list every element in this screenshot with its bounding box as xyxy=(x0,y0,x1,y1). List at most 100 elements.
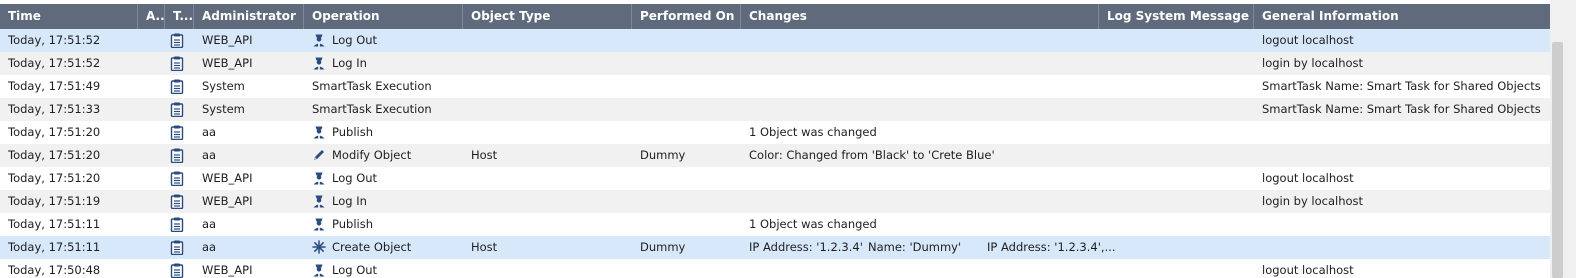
operation-label: Publish xyxy=(332,125,373,139)
cell-time: Today, 17:51:19 xyxy=(8,194,101,208)
cell-operation: Publish xyxy=(304,213,463,236)
cell-object-type xyxy=(463,29,632,52)
clipboard-icon[interactable] xyxy=(170,56,184,72)
user-icon xyxy=(312,262,326,277)
cell-administrator: aa xyxy=(202,125,217,139)
cell-operation: SmartTask Execution xyxy=(304,98,463,121)
cell-time: Today, 17:51:11 xyxy=(8,240,101,254)
cell-operation: Log In xyxy=(304,52,463,75)
cell-operation: Publish xyxy=(304,121,463,144)
cell-general-information: login by localhost xyxy=(1262,56,1364,70)
cell-general-information: logout localhost xyxy=(1262,263,1354,277)
operation-label: Log Out xyxy=(332,263,378,277)
cell-object-type: Host xyxy=(471,240,498,254)
operation-label: Log In xyxy=(332,56,367,70)
clipboard-icon[interactable] xyxy=(170,217,184,233)
col-header-time[interactable]: Time xyxy=(0,4,138,29)
clipboard-icon[interactable] xyxy=(170,79,184,95)
col-header-changes[interactable]: Changes xyxy=(741,4,1099,29)
cell-administrator: System xyxy=(202,79,245,93)
cell-administrator: WEB_API xyxy=(202,194,253,208)
table-row[interactable]: Today, 17:51:49 System SmartTask Execution… xyxy=(0,75,1550,98)
col-header-a[interactable]: A... xyxy=(138,4,165,29)
col-header-administrator[interactable]: Administrator xyxy=(194,4,304,29)
cell-object-type xyxy=(463,213,632,236)
table-row[interactable]: Today, 17:51:52 WEB_API Log In login by loc… xyxy=(0,52,1550,75)
cell-time: Today, 17:51:20 xyxy=(8,125,101,139)
cell-object-type xyxy=(463,52,632,75)
cell-change-text: IP Address: '1.2.3.4' xyxy=(749,240,863,254)
cell-object-type xyxy=(463,98,632,121)
cell-object-type: Host xyxy=(471,148,498,162)
cell-general-information xyxy=(1254,144,1550,167)
clipboard-icon[interactable] xyxy=(170,171,184,187)
clipboard-icon[interactable] xyxy=(170,194,184,210)
clipboard-icon[interactable] xyxy=(170,125,184,141)
operation-label: Log In xyxy=(332,194,367,208)
cell-time: Today, 17:51:52 xyxy=(8,33,101,47)
cell-performed-on xyxy=(632,75,741,98)
col-header-log-system-message[interactable]: Log System Message xyxy=(1099,4,1254,29)
cell-operation: SmartTask Execution xyxy=(304,75,463,98)
col-header-performed-on[interactable]: Performed On xyxy=(632,4,741,29)
audit-log-grid: Time A... T... Administrator Operation O… xyxy=(0,0,1550,278)
pencil-icon xyxy=(312,147,326,161)
col-header-general-information[interactable]: General Information xyxy=(1254,4,1550,29)
cell-object-type xyxy=(463,259,632,278)
user-icon xyxy=(312,55,326,70)
cell-general-information xyxy=(1254,236,1550,259)
scrollbar-thumb[interactable] xyxy=(1552,42,1563,278)
cell-performed-on xyxy=(632,190,741,213)
table-row[interactable]: Today, 17:51:20 WEB_API Log Out logout loca… xyxy=(0,167,1550,190)
clipboard-icon[interactable] xyxy=(170,148,184,164)
cell-performed-on: Dummy xyxy=(640,240,686,254)
operation-label: Create Object xyxy=(332,240,412,254)
col-header-operation[interactable]: Operation xyxy=(304,4,463,29)
operation-label: SmartTask Execution xyxy=(312,102,432,116)
cell-general-information: logout localhost xyxy=(1262,33,1354,47)
table-row[interactable]: Today, 17:50:48 WEB_API Log Out logout loca… xyxy=(0,259,1550,278)
clipboard-icon[interactable] xyxy=(170,102,184,118)
clipboard-icon[interactable] xyxy=(170,263,184,278)
user-icon xyxy=(312,124,326,139)
cell-administrator: aa xyxy=(202,217,217,231)
table-row[interactable]: Today, 17:51:20 aa Modify Object Host Dummy C… xyxy=(0,144,1550,167)
table-row[interactable]: Today, 17:51:11 aa Publish 1 Object was cha… xyxy=(0,213,1550,236)
cell-administrator: System xyxy=(202,102,245,116)
cell-time: Today, 17:51:20 xyxy=(8,148,101,162)
cell-object-type xyxy=(463,167,632,190)
cell-operation: Create Object xyxy=(304,236,463,259)
cell-operation: Log Out xyxy=(304,167,463,190)
cell-time: Today, 17:51:20 xyxy=(8,171,101,185)
cell-operation: Modify Object xyxy=(304,144,463,167)
table-row[interactable]: Today, 17:51:20 aa Publish 1 Object was cha… xyxy=(0,121,1550,144)
cell-time: Today, 17:51:49 xyxy=(8,79,101,93)
cell-general-information: SmartTask Name: Smart Task for Shared Ob… xyxy=(1262,102,1541,116)
user-icon xyxy=(312,216,326,231)
cell-performed-on xyxy=(632,98,741,121)
col-header-object-type[interactable]: Object Type xyxy=(463,4,632,29)
cell-administrator: WEB_API xyxy=(202,263,253,277)
cell-time: Today, 17:51:33 xyxy=(8,102,101,116)
cell-administrator: WEB_API xyxy=(202,33,253,47)
table-row[interactable]: Today, 17:51:52 WEB_API Log Out logout loca… xyxy=(0,29,1550,52)
cell-object-type xyxy=(463,75,632,98)
cell-object-type xyxy=(463,190,632,213)
user-icon xyxy=(312,170,326,185)
user-icon xyxy=(312,193,326,208)
cell-administrator: WEB_API xyxy=(202,56,253,70)
col-header-t[interactable]: T... xyxy=(165,4,194,29)
cell-operation: Log Out xyxy=(304,29,463,52)
user-icon xyxy=(312,32,326,47)
cell-operation: Log In xyxy=(304,190,463,213)
cell-general-information: login by localhost xyxy=(1262,194,1364,208)
operation-label: Modify Object xyxy=(332,148,412,162)
clipboard-icon[interactable] xyxy=(170,240,184,256)
table-row[interactable]: Today, 17:51:19 WEB_API Log In login by loc… xyxy=(0,190,1550,213)
clipboard-icon[interactable] xyxy=(170,33,184,49)
asterisk-icon xyxy=(312,239,326,254)
table-row[interactable]: Today, 17:51:11 aa Create Object Host Dummy I… xyxy=(0,236,1550,259)
cell-change-text: IP Address: '1.2.3.4',... xyxy=(987,240,1116,254)
table-row[interactable]: Today, 17:51:33 System SmartTask Execution… xyxy=(0,98,1550,121)
cell-object-type xyxy=(463,121,632,144)
